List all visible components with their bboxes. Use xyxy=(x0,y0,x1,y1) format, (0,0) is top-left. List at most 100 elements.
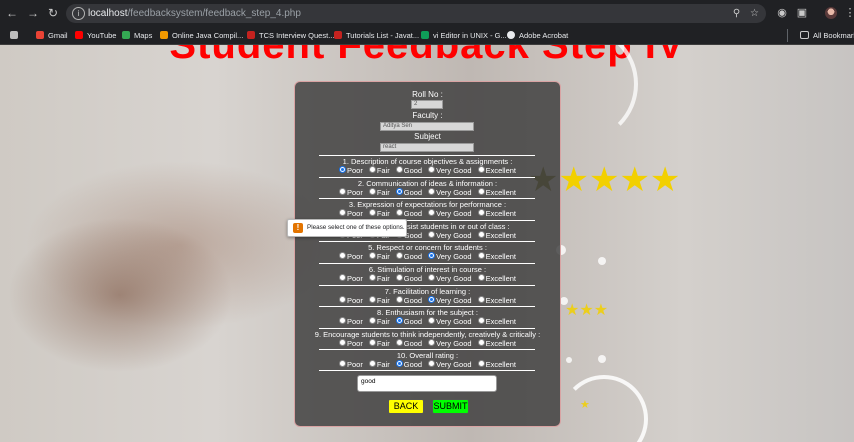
back-button[interactable]: BACK xyxy=(388,399,424,414)
radio-button[interactable] xyxy=(338,295,346,303)
radio-button[interactable] xyxy=(368,166,376,173)
radio-button[interactable] xyxy=(428,274,436,281)
radio-button[interactable] xyxy=(338,209,346,217)
radio-button[interactable] xyxy=(368,338,376,346)
radio-button[interactable] xyxy=(395,317,403,325)
address-bar[interactable]: i localhost/feedbacksystem/feedback_step… xyxy=(66,4,766,23)
forward-arrow-icon[interactable]: → xyxy=(26,6,40,20)
rating-option[interactable]: Fair xyxy=(368,209,390,218)
radio-button[interactable] xyxy=(477,360,485,368)
rating-option[interactable]: Very Good xyxy=(428,360,472,369)
radio-button[interactable] xyxy=(428,338,436,346)
rating-option[interactable]: Excellent xyxy=(477,338,516,348)
rating-option[interactable]: Very Good xyxy=(428,338,472,348)
radio-button[interactable] xyxy=(477,338,485,346)
radio-button[interactable] xyxy=(395,209,403,217)
radio-button[interactable] xyxy=(428,230,436,238)
radio-button[interactable] xyxy=(477,209,485,217)
radio-button[interactable] xyxy=(368,252,376,260)
radio-button[interactable] xyxy=(428,187,436,195)
radio-button[interactable] xyxy=(368,360,376,368)
bookmark-vi-editor[interactable]: vi Editor in UNIX - G... xyxy=(421,29,507,42)
radio-button[interactable] xyxy=(338,274,346,281)
rating-option[interactable]: Poor xyxy=(338,317,363,326)
radio-button[interactable] xyxy=(477,317,485,325)
rating-option[interactable]: Good xyxy=(395,209,422,218)
rating-option[interactable]: Very Good xyxy=(428,274,472,283)
faculty-input[interactable]: Aditya Sen xyxy=(380,122,474,131)
puzzle-extensions-icon[interactable]: ▣ xyxy=(795,6,809,20)
radio-button[interactable] xyxy=(395,252,403,260)
rating-option[interactable]: Fair xyxy=(368,166,390,175)
radio-button[interactable] xyxy=(395,295,403,303)
radio-button[interactable] xyxy=(477,230,485,238)
bookmark-tcs[interactable]: TCS Interview Quest... xyxy=(247,29,334,42)
rating-option[interactable]: Very Good xyxy=(428,230,472,240)
radio-button[interactable] xyxy=(428,360,436,368)
radio-button[interactable] xyxy=(428,252,436,260)
rating-option[interactable]: Excellent xyxy=(477,209,516,218)
all-bookmarks[interactable]: All Bookmarks xyxy=(800,29,854,42)
rating-option[interactable]: Very Good xyxy=(428,187,472,197)
rating-option[interactable]: Very Good xyxy=(428,317,472,326)
rating-option[interactable]: Fair xyxy=(368,360,390,369)
rating-option[interactable]: Excellent xyxy=(477,230,516,240)
rating-option[interactable]: Poor xyxy=(338,360,363,369)
rating-option[interactable]: Very Good xyxy=(428,209,472,218)
radio-button[interactable] xyxy=(368,317,376,325)
bookmark-maps[interactable]: Maps xyxy=(122,29,152,42)
extension-icon[interactable]: ◉ xyxy=(775,6,789,20)
radio-button[interactable] xyxy=(368,295,376,303)
rating-option[interactable]: Excellent xyxy=(477,317,516,326)
radio-button[interactable] xyxy=(477,187,485,195)
radio-button[interactable] xyxy=(477,166,485,173)
rating-option[interactable]: Good xyxy=(395,295,422,305)
bookmark-youtube[interactable]: YouTube xyxy=(75,29,116,42)
rating-option[interactable]: Poor xyxy=(338,187,363,197)
comment-textarea[interactable]: good xyxy=(357,375,497,392)
rating-option[interactable]: Good xyxy=(395,338,422,348)
rating-option[interactable]: Excellent xyxy=(477,295,516,305)
reload-icon[interactable]: ↻ xyxy=(46,6,60,20)
apps-grid-icon[interactable] xyxy=(10,29,20,42)
rating-option[interactable]: Excellent xyxy=(477,252,516,261)
radio-button[interactable] xyxy=(395,338,403,346)
radio-button[interactable] xyxy=(368,274,376,281)
site-info-icon[interactable]: i xyxy=(72,7,85,20)
rating-option[interactable]: Very Good xyxy=(428,295,472,305)
rating-option[interactable]: Good xyxy=(395,317,422,326)
rating-option[interactable]: Fair xyxy=(368,187,390,197)
zoom-icon[interactable]: ⚲ xyxy=(730,7,743,20)
radio-button[interactable] xyxy=(395,166,403,173)
url-text[interactable]: localhost/feedbacksystem/feedback_step_4… xyxy=(88,7,301,20)
radio-button[interactable] xyxy=(338,187,346,195)
radio-button[interactable] xyxy=(428,166,436,173)
radio-button[interactable] xyxy=(338,166,346,173)
radio-button[interactable] xyxy=(368,187,376,195)
rating-option[interactable]: Very Good xyxy=(428,252,472,261)
radio-button[interactable] xyxy=(338,317,346,325)
back-arrow-icon[interactable]: ← xyxy=(5,6,19,20)
rating-option[interactable]: Fair xyxy=(368,274,390,283)
rating-option[interactable]: Excellent xyxy=(477,360,516,369)
menu-dots-icon[interactable]: ⋮ xyxy=(843,6,854,20)
rating-option[interactable]: Fair xyxy=(368,252,390,261)
rating-option[interactable]: Excellent xyxy=(477,187,516,197)
rating-option[interactable]: Good xyxy=(395,187,422,197)
rating-option[interactable]: Excellent xyxy=(477,166,516,175)
rating-option[interactable]: Poor xyxy=(338,166,363,175)
bookmark-online-java[interactable]: Online Java Compil... xyxy=(160,29,243,42)
rating-option[interactable]: Poor xyxy=(338,295,363,305)
radio-button[interactable] xyxy=(428,317,436,325)
radio-button[interactable] xyxy=(477,252,485,260)
radio-button[interactable] xyxy=(395,360,403,368)
radio-button[interactable] xyxy=(368,209,376,217)
profile-avatar[interactable] xyxy=(825,7,837,19)
rating-option[interactable]: Poor xyxy=(338,338,363,348)
radio-button[interactable] xyxy=(338,338,346,346)
rating-option[interactable]: Fair xyxy=(368,317,390,326)
radio-button[interactable] xyxy=(395,274,403,281)
bookmark-gmail[interactable]: Gmail xyxy=(36,29,68,42)
bookmark-star-icon[interactable]: ☆ xyxy=(748,7,761,20)
subject-input[interactable]: react xyxy=(380,143,474,152)
